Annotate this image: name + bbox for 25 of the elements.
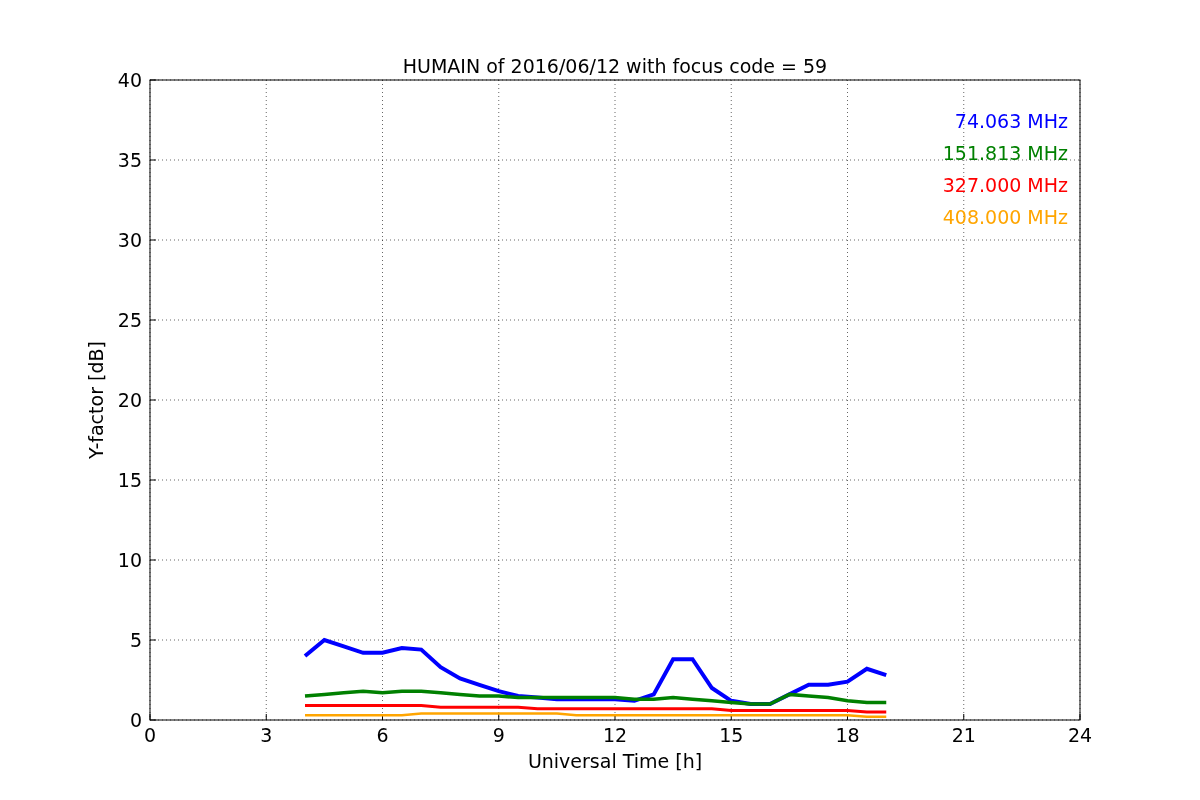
x-tick-label: 18 [835,724,860,746]
y-tick-label: 20 [117,389,142,411]
y-axis-label: Y-factor [dB] [85,341,107,459]
y-tick-label: 30 [117,229,142,251]
legend-label: 327.000 MHz [942,174,1068,196]
y-tick-label: 40 [117,69,142,91]
x-tick-label: 9 [492,724,505,746]
legend-label: 408.000 MHz [942,206,1068,228]
x-tick-label: 6 [376,724,389,746]
legend-label: 151.813 MHz [942,142,1068,164]
y-tick-label: 10 [117,549,142,571]
x-tick-label: 24 [1067,724,1093,746]
y-tick-label: 35 [117,149,142,171]
y-tick-label: 5 [129,629,142,651]
y-tick-label: 15 [117,469,142,491]
legend-label: 74.063 MHz [954,110,1068,132]
chart-title: HUMAIN of 2016/06/12 with focus code = 59 [402,55,828,77]
x-tick-label: 12 [602,724,628,746]
x-tick-label: 0 [143,724,157,746]
x-tick-label: 21 [951,724,976,746]
x-tick-label: 15 [719,724,744,746]
x-axis-label: Universal Time [h] [527,750,703,772]
y-tick-label: 0 [129,709,142,731]
y-tick-label: 25 [117,309,142,331]
x-tick-label: 3 [260,724,273,746]
